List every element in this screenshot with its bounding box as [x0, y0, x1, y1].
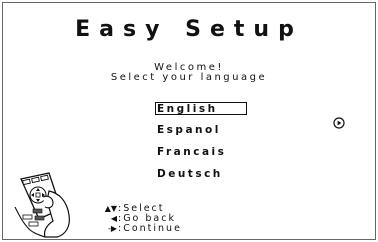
language-option-deutsch[interactable]: Deutsch	[155, 168, 247, 181]
remote-control-hand-icon	[14, 172, 70, 238]
select-language-prompt: Select your language	[110, 72, 268, 83]
language-option-francais[interactable]: Francais	[155, 146, 247, 159]
language-option-english[interactable]: English	[155, 102, 247, 115]
page-title: Easy Setup	[75, 17, 303, 42]
instruction-text: :Continue	[118, 223, 182, 234]
right-arrow-icon: -▶	[107, 224, 117, 233]
up-down-arrows-icon: ▲▼	[104, 204, 117, 213]
language-list: English Espanol Francais Deutsch	[155, 102, 247, 190]
language-option-espanol[interactable]: Espanol	[155, 124, 247, 137]
easy-setup-screen: Easy Setup Welcome! Select your language…	[2, 2, 376, 240]
instruction-continue: -▶ :Continue	[97, 224, 182, 234]
play-circle-icon[interactable]	[333, 117, 345, 129]
left-arrow-icon: ◀	[110, 214, 117, 223]
control-instructions: ▲▼ :Select ◀ :Go back -▶ :Continue	[97, 204, 182, 234]
